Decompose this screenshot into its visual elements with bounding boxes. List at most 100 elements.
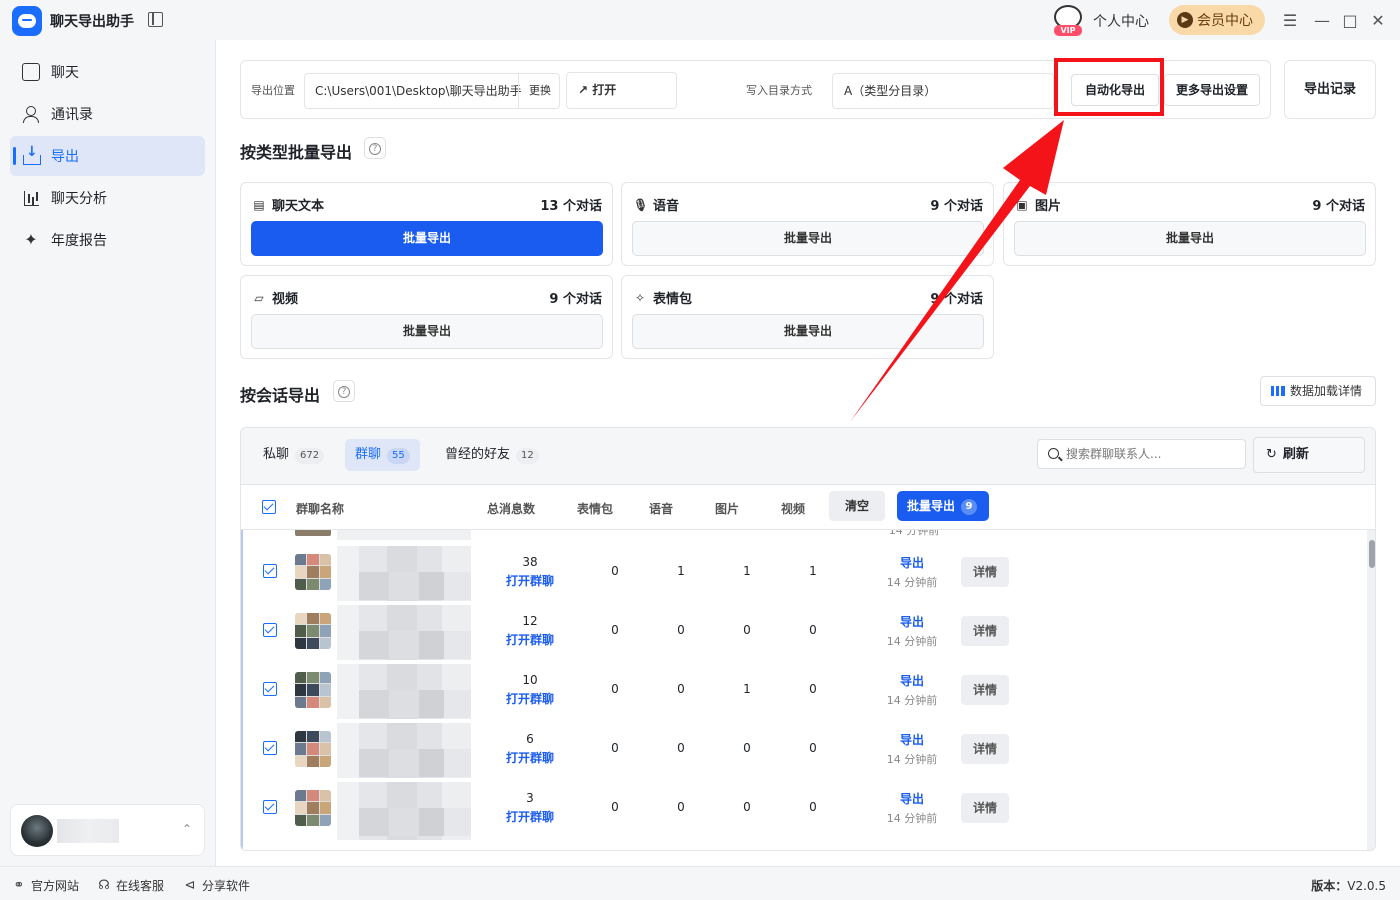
- search-input[interactable]: 搜索群聊联系人...: [1037, 439, 1246, 469]
- sidebar-item-annual-report[interactable]: ✦ 年度报告: [10, 220, 205, 260]
- table-row: 12 打开群聊 0 0 0 0 导出 14 分钟前 详情: [243, 601, 1369, 663]
- minimize-icon[interactable]: —: [1312, 10, 1332, 30]
- column-header-voice: 语音: [649, 502, 674, 516]
- sidebar-item-analysis[interactable]: 聊天分析: [10, 178, 205, 218]
- official-website-link[interactable]: ⚭ 官方网站: [12, 877, 79, 894]
- voice-count: 0: [677, 623, 685, 637]
- member-center-button[interactable]: ▶ 会员中心: [1169, 5, 1265, 35]
- batch-export-button[interactable]: 批量导出: [632, 314, 984, 349]
- personal-center-link[interactable]: 个人中心: [1093, 11, 1149, 31]
- batch-export-button[interactable]: 批量导出: [251, 221, 603, 256]
- tab-former-friends[interactable]: 曾经的好友 12: [435, 439, 549, 471]
- tab-group-chat[interactable]: 群聊 55: [345, 439, 420, 471]
- sidebar-collapse-icon[interactable]: [148, 12, 163, 27]
- row-detail-button[interactable]: 详情: [961, 616, 1009, 646]
- sidebar-item-label: 聊天: [51, 65, 79, 81]
- sidebar-item-chat[interactable]: 聊天: [10, 52, 205, 92]
- version-value: V2.0.5: [1347, 879, 1386, 893]
- row-checkbox[interactable]: [263, 564, 277, 578]
- column-header-name: 群聊名称: [296, 502, 345, 516]
- user-name-blurred: [57, 819, 119, 843]
- row-export-link[interactable]: 导出: [887, 613, 937, 630]
- tab-private-chat[interactable]: 私聊 672: [253, 439, 334, 471]
- group-avatar: [295, 790, 331, 826]
- column-header-sticker: 表情包: [577, 502, 614, 516]
- batch-export-selected-button[interactable]: 批量导出 9: [897, 491, 989, 521]
- group-name-blurred: [337, 782, 471, 840]
- last-export-time: 14 分钟前: [888, 530, 940, 537]
- batch-export-button[interactable]: 批量导出: [251, 314, 603, 349]
- avatar: [21, 815, 53, 847]
- contacts-icon: [22, 105, 40, 123]
- type-card-name: 视频: [272, 292, 299, 307]
- row-detail-button[interactable]: 详情: [961, 793, 1009, 823]
- sidebar-item-contacts[interactable]: 通讯录: [10, 94, 205, 134]
- type-card-voice: 🎙 语音 9 个对话 批量导出: [621, 182, 994, 266]
- open-folder-button[interactable]: ↗ 打开: [566, 72, 677, 109]
- table-row-partial: 14 分钟前: [243, 530, 1369, 540]
- open-group-link[interactable]: 打开群聊: [495, 631, 565, 648]
- batch-export-button[interactable]: 批量导出: [632, 221, 984, 256]
- export-path-field[interactable]: C:\Users\001\Desktop\聊天导出助手 更换: [304, 73, 560, 109]
- group-name-blurred: [337, 530, 471, 540]
- app-title: 聊天导出助手: [50, 14, 134, 30]
- row-checkbox[interactable]: [263, 682, 277, 696]
- row-checkbox[interactable]: [263, 623, 277, 637]
- more-export-settings-button[interactable]: 更多导出设置: [1164, 74, 1260, 106]
- type-card-count: 13 个对话: [540, 199, 602, 214]
- group-avatar: [295, 731, 331, 767]
- version-label: 版本：: [1311, 879, 1348, 893]
- column-header-video: 视频: [781, 502, 806, 516]
- open-group-link[interactable]: 打开群聊: [495, 749, 565, 766]
- share-software-link[interactable]: ⊲ 分享软件: [183, 877, 250, 894]
- open-group-link[interactable]: 打开群聊: [495, 572, 565, 589]
- video-icon: ▱: [254, 290, 264, 305]
- row-checkbox[interactable]: [263, 800, 277, 814]
- row-export-link[interactable]: 导出: [887, 790, 937, 807]
- change-path-button[interactable]: 更换: [529, 74, 551, 108]
- table-scrollbar[interactable]: [1367, 530, 1375, 850]
- user-card[interactable]: ⌃: [10, 804, 205, 856]
- close-icon[interactable]: ✕: [1368, 10, 1388, 30]
- online-service-link[interactable]: ☊ 在线客服: [97, 877, 164, 894]
- help-icon[interactable]: ?: [364, 137, 386, 159]
- vip-avatar[interactable]: VIP: [1052, 5, 1084, 36]
- coin-icon: ▶: [1177, 12, 1193, 28]
- menu-icon[interactable]: ☰: [1280, 10, 1300, 30]
- last-export-time: 14 分钟前: [886, 812, 938, 825]
- sticker-count: 0: [611, 682, 619, 696]
- table-row: 3 打开群聊 0 0 0 0 导出 14 分钟前 详情: [243, 778, 1369, 840]
- maximize-icon[interactable]: □: [1340, 10, 1360, 30]
- row-detail-button[interactable]: 详情: [961, 734, 1009, 764]
- scrollbar-thumb[interactable]: [1369, 540, 1375, 568]
- type-card-count: 9 个对话: [1312, 199, 1365, 214]
- row-export-link[interactable]: 导出: [887, 672, 937, 689]
- row-checkbox[interactable]: [263, 741, 277, 755]
- voice-count: 0: [677, 800, 685, 814]
- sidebar-item-label: 聊天分析: [51, 191, 107, 207]
- tab-label: 私聊: [263, 447, 290, 462]
- open-group-link[interactable]: 打开群聊: [495, 808, 565, 825]
- open-group-link[interactable]: 打开群聊: [495, 690, 565, 707]
- image-count: 1: [743, 682, 751, 696]
- row-detail-button[interactable]: 详情: [961, 675, 1009, 705]
- sticker-count: 0: [611, 623, 619, 637]
- export-records-button[interactable]: 导出记录: [1284, 60, 1376, 119]
- refresh-button[interactable]: ↻ 刷新: [1253, 437, 1365, 473]
- clear-selection-button[interactable]: 清空: [829, 491, 885, 521]
- row-export-link[interactable]: 导出: [887, 731, 937, 748]
- type-card-count: 9 个对话: [930, 292, 983, 307]
- sidebar-item-export[interactable]: 导出: [10, 136, 205, 176]
- type-card-text: ▤ 聊天文本 13 个对话 批量导出: [240, 182, 613, 266]
- batch-export-button[interactable]: 批量导出: [1014, 221, 1366, 256]
- dir-mode-select[interactable]: A（类型分目录）: [832, 73, 1054, 109]
- row-export-link[interactable]: 导出: [887, 554, 937, 571]
- select-all-checkbox[interactable]: [262, 500, 276, 514]
- row-detail-button[interactable]: 详情: [961, 557, 1009, 587]
- sticker-count: 0: [611, 564, 619, 578]
- help-icon[interactable]: ?: [333, 380, 355, 402]
- column-header-image: 图片: [715, 502, 740, 516]
- group-avatar: [295, 672, 331, 708]
- data-load-detail-button[interactable]: 数据加载详情: [1260, 376, 1376, 406]
- main-content: 导出位置 C:\Users\001\Desktop\聊天导出助手 更换 ↗ 打开…: [216, 40, 1400, 866]
